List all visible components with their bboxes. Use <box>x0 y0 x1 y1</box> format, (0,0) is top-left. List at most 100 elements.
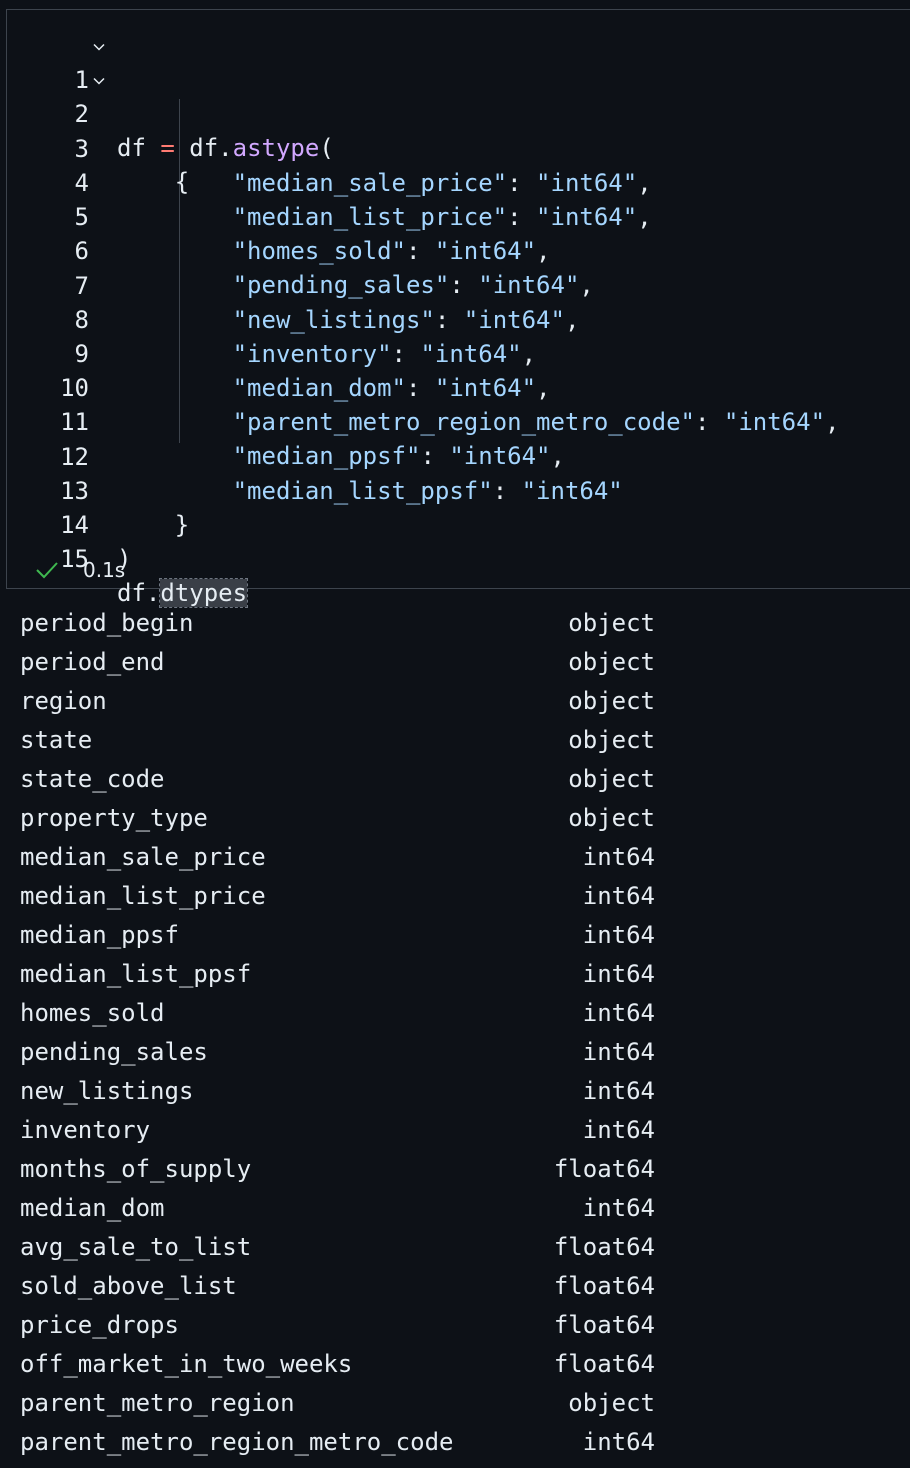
dtype-row: inventory int64 <box>20 1111 660 1150</box>
dtype-row: avg_sale_to_list float64 <box>20 1228 660 1267</box>
dtype-row: sold_above_list float64 <box>20 1267 660 1306</box>
column-name: region <box>20 687 107 715</box>
dtype-row: parent_metro_region object <box>20 1384 660 1423</box>
code-line-12[interactable]: 12 "median_list_ppsf": "int64" <box>7 406 623 505</box>
dtype-row: pending_sales int64 <box>20 1033 660 1072</box>
dict-value: "int64" <box>434 237 537 265</box>
chevron-down-icon[interactable] <box>93 41 105 53</box>
code-line-7[interactable]: 7 "new_listings": "int64", <box>7 235 580 334</box>
column-dtype: object <box>568 687 655 715</box>
column-name: median_sale_price <box>20 843 266 871</box>
dtype-row: property_type object <box>20 799 660 838</box>
check-icon <box>36 562 58 579</box>
dtype-row: median_list_price int64 <box>20 877 660 916</box>
dtype-row: parent_metro_region_metro_code int64 <box>20 1423 660 1462</box>
column-name: median_list_price <box>20 882 266 910</box>
dict-value: "int64" <box>521 477 623 505</box>
dict-key: "pending_sales" <box>232 271 450 299</box>
column-dtype: object <box>568 726 655 754</box>
code-line-6[interactable]: 6 "pending_sales": "int64", <box>7 200 594 299</box>
dict-key: "inventory" <box>232 340 392 368</box>
dtype-row: state object <box>20 721 660 760</box>
column-dtype: object <box>568 648 655 676</box>
dict-value: "int64" <box>463 306 565 334</box>
column-dtype: int64 <box>582 1077 655 1105</box>
dtype-row: months_of_supply float64 <box>20 1150 660 1189</box>
column-name: homes_sold <box>20 999 165 1027</box>
dict-key: "median_ppsf" <box>232 442 421 470</box>
column-name: avg_sale_to_list <box>20 1233 252 1261</box>
column-dtype: float64 <box>553 1350 655 1378</box>
column-dtype: float64 <box>553 1233 655 1261</box>
dtype-row: price_drops float64 <box>20 1306 660 1345</box>
code-line-4[interactable]: 4 "median_list_price": "int64", <box>7 132 652 231</box>
dict-key: "median_list_ppsf" <box>232 477 493 505</box>
column-dtype: int64 <box>582 999 655 1027</box>
dtype-row: period_end object <box>20 643 660 682</box>
column-name: property_type <box>20 804 208 832</box>
dict-value: "int64" <box>536 169 638 197</box>
column-dtype: float64 <box>553 1155 655 1183</box>
column-dtype: int64 <box>582 1038 655 1066</box>
code-line-1[interactable]: 1 df = df.astype( <box>7 29 334 162</box>
method-astype: astype <box>232 134 320 162</box>
column-name: median_ppsf <box>20 921 179 949</box>
code-line-13[interactable]: 13 } <box>7 440 189 539</box>
dict-key: "parent_metro_region_metro_code" <box>232 408 695 436</box>
column-dtype: object <box>568 609 655 637</box>
column-dtype: float64 <box>553 1311 655 1339</box>
column-dtype: object <box>568 765 655 793</box>
dict-value: "int64" <box>723 408 826 436</box>
open-paren: ( <box>319 134 334 162</box>
code-line-10[interactable]: 10 "parent_metro_region_metro_code": "in… <box>7 337 839 436</box>
column-name: inventory <box>20 1116 151 1144</box>
column-name: sold_above_list <box>20 1272 237 1300</box>
code-line-2[interactable]: 2 { <box>7 63 189 196</box>
dict-key: "new_listings" <box>232 306 435 334</box>
column-name: state <box>20 726 93 754</box>
code-line-3[interactable]: 3 "median_sale_price": "int64", <box>7 98 652 197</box>
column-dtype: int64 <box>582 1116 655 1144</box>
dict-key: "homes_sold" <box>232 237 406 265</box>
column-dtype: object <box>568 804 655 832</box>
chevron-down-icon[interactable] <box>93 75 105 87</box>
dtype-row: median_ppsf int64 <box>20 916 660 955</box>
column-name: pending_sales <box>20 1038 208 1066</box>
variable-df: df <box>117 134 146 162</box>
column-name: price_drops <box>20 1311 179 1339</box>
dtype-row: region object <box>20 682 660 721</box>
dict-value: "int64" <box>420 340 522 368</box>
code-line-8[interactable]: 8 "inventory": "int64", <box>7 269 537 368</box>
dict-key: "median_dom" <box>232 374 406 402</box>
code-line-15[interactable]: 15 df.dtypes <box>7 508 249 608</box>
column-name: parent_metro_region_metro_code <box>20 1428 454 1456</box>
code-line-14[interactable]: 14 ) <box>7 474 131 573</box>
code-line-11[interactable]: 11 "median_ppsf": "int64", <box>7 371 565 470</box>
column-name: off_market_in_two_weeks <box>20 1350 353 1378</box>
dtype-row: period_begin object <box>20 604 660 643</box>
dtype-row: new_listings int64 <box>20 1072 660 1111</box>
cell-output: period_begin object period_end object region… <box>20 604 660 1462</box>
dict-value: "int64" <box>449 442 551 470</box>
close-brace: } <box>174 511 190 539</box>
column-dtype: int64 <box>582 843 655 871</box>
dtype-row: off_market_in_two_weeks float64 <box>20 1345 660 1384</box>
code-cell[interactable]: 1 df = df.astype( 2 { 3 "median_sale_pri… <box>6 9 910 608</box>
code-line-9[interactable]: 9 "median_dom": "int64", <box>7 303 551 402</box>
column-dtype: int64 <box>582 1428 655 1456</box>
column-dtype: int64 <box>582 960 655 988</box>
column-name: period_end <box>20 648 165 676</box>
dict-key: "median_list_price" <box>232 203 508 231</box>
dict-value: "int64" <box>478 271 580 299</box>
dict-key: "median_sale_price" <box>232 169 508 197</box>
column-name: new_listings <box>20 1077 194 1105</box>
column-dtype: object <box>568 1389 655 1417</box>
dtype-row: median_sale_price int64 <box>20 838 660 877</box>
dict-value: "int64" <box>536 203 638 231</box>
column-name: median_list_ppsf <box>20 960 252 988</box>
selected-text-dtypes[interactable]: dtypes <box>159 578 249 608</box>
column-dtype: int64 <box>582 882 655 910</box>
code-line-5[interactable]: 5 "homes_sold": "int64", <box>7 166 551 265</box>
column-dtype: int64 <box>582 1194 655 1222</box>
dtype-row: median_list_ppsf int64 <box>20 955 660 994</box>
